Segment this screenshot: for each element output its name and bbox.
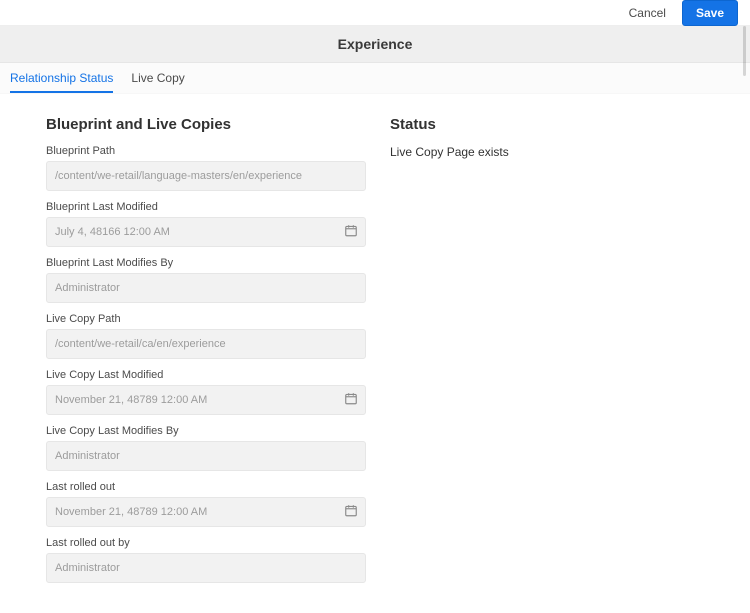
lc-lastmodby-label: Live Copy Last Modifies By bbox=[46, 425, 366, 437]
calendar-icon[interactable] bbox=[344, 224, 358, 241]
scrollbar-thumb[interactable] bbox=[743, 26, 746, 76]
calendar-icon[interactable] bbox=[344, 504, 358, 521]
bp-path-field[interactable] bbox=[46, 161, 366, 191]
status-heading: Status bbox=[390, 116, 710, 133]
tab-live-copy[interactable]: Live Copy bbox=[131, 63, 184, 93]
title-bar: Experience bbox=[0, 26, 750, 63]
content-area: Blueprint and Live Copies Blueprint Path… bbox=[0, 94, 750, 613]
lc-lastmod-label: Live Copy Last Modified bbox=[46, 369, 366, 381]
blueprint-heading: Blueprint and Live Copies bbox=[46, 116, 366, 133]
status-text: Live Copy Page exists bbox=[390, 145, 710, 159]
calendar-icon[interactable] bbox=[344, 392, 358, 409]
lastroll-label: Last rolled out bbox=[46, 481, 366, 493]
tab-relationship-status[interactable]: Relationship Status bbox=[10, 63, 113, 93]
action-bar: Cancel Save bbox=[0, 0, 750, 26]
page-title: Experience bbox=[338, 36, 413, 52]
bp-lastmodby-field[interactable] bbox=[46, 273, 366, 303]
bp-path-label: Blueprint Path bbox=[46, 145, 366, 157]
tab-bar: Relationship Status Live Copy bbox=[0, 63, 750, 94]
lastrollby-label: Last rolled out by bbox=[46, 537, 366, 549]
lc-lastmodby-field[interactable] bbox=[46, 441, 366, 471]
cancel-button[interactable]: Cancel bbox=[623, 2, 672, 24]
status-section: Status Live Copy Page exists bbox=[380, 116, 710, 583]
lastroll-field[interactable] bbox=[46, 497, 366, 527]
lc-path-field[interactable] bbox=[46, 329, 366, 359]
blueprint-section: Blueprint and Live Copies Blueprint Path… bbox=[46, 116, 366, 583]
lc-path-label: Live Copy Path bbox=[46, 313, 366, 325]
lc-lastmod-field[interactable] bbox=[46, 385, 366, 415]
bp-lastmodby-label: Blueprint Last Modifies By bbox=[46, 257, 366, 269]
bp-lastmod-label: Blueprint Last Modified bbox=[46, 201, 366, 213]
lastrollby-field[interactable] bbox=[46, 553, 366, 583]
bp-lastmod-field[interactable] bbox=[46, 217, 366, 247]
save-button[interactable]: Save bbox=[682, 0, 738, 26]
